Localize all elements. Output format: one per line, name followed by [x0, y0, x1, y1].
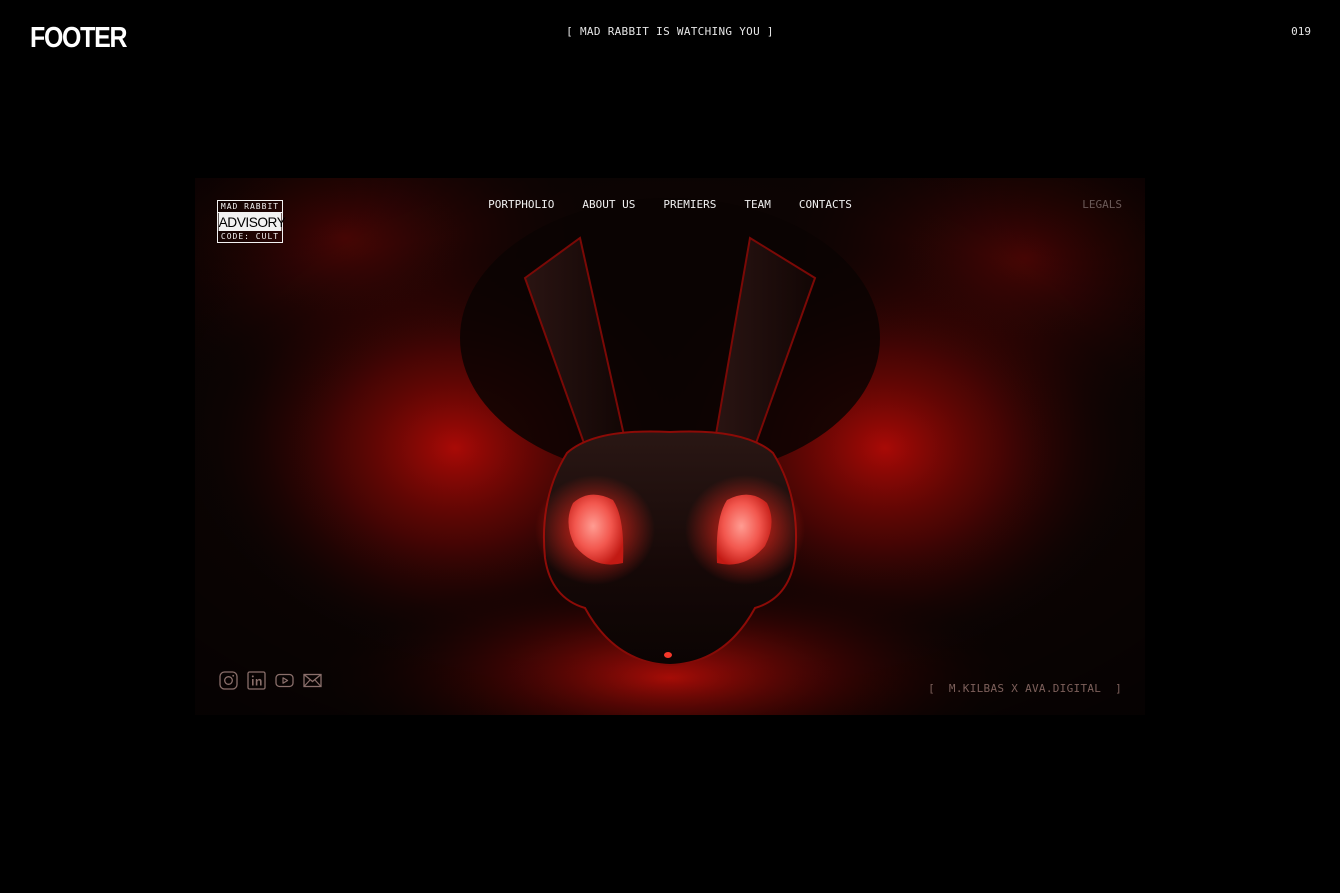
- linkedin-icon[interactable]: [247, 671, 266, 690]
- credit-text: [ M.KILBAS X AVA.DIGITAL ]: [928, 682, 1122, 695]
- nav-item-contacts[interactable]: CONTACTS: [799, 198, 852, 211]
- legals-link[interactable]: LEGALS: [1082, 198, 1122, 211]
- page-number: 019: [1291, 25, 1311, 38]
- advisory-badge-bottom: CODE: CULT: [220, 232, 280, 241]
- social-links: [219, 671, 322, 690]
- mail-icon[interactable]: [303, 671, 322, 690]
- footer-nav: PORTPHOLIO ABOUT US PREMIERS TEAM CONTAC…: [195, 198, 1145, 211]
- tagline: [ MAD RABBIT IS WATCHING YOU ]: [566, 25, 774, 38]
- page: FOOTER [ MAD RABBIT IS WATCHING YOU ] 01…: [0, 0, 1340, 893]
- advisory-badge-middle: ADVISORY: [218, 213, 286, 231]
- nav-item-portpholio[interactable]: PORTPHOLIO: [488, 198, 554, 211]
- nav-item-premiers[interactable]: PREMIERS: [663, 198, 716, 211]
- nav-item-team[interactable]: TEAM: [744, 198, 771, 211]
- mad-rabbit-scene: [195, 178, 1145, 715]
- youtube-icon[interactable]: [275, 671, 294, 690]
- footer-preview: MAD RABBIT ADVISORY CODE: CULT PORTPHOLI…: [195, 178, 1145, 715]
- nav-item-about-us[interactable]: ABOUT US: [582, 198, 635, 211]
- instagram-icon[interactable]: [219, 671, 238, 690]
